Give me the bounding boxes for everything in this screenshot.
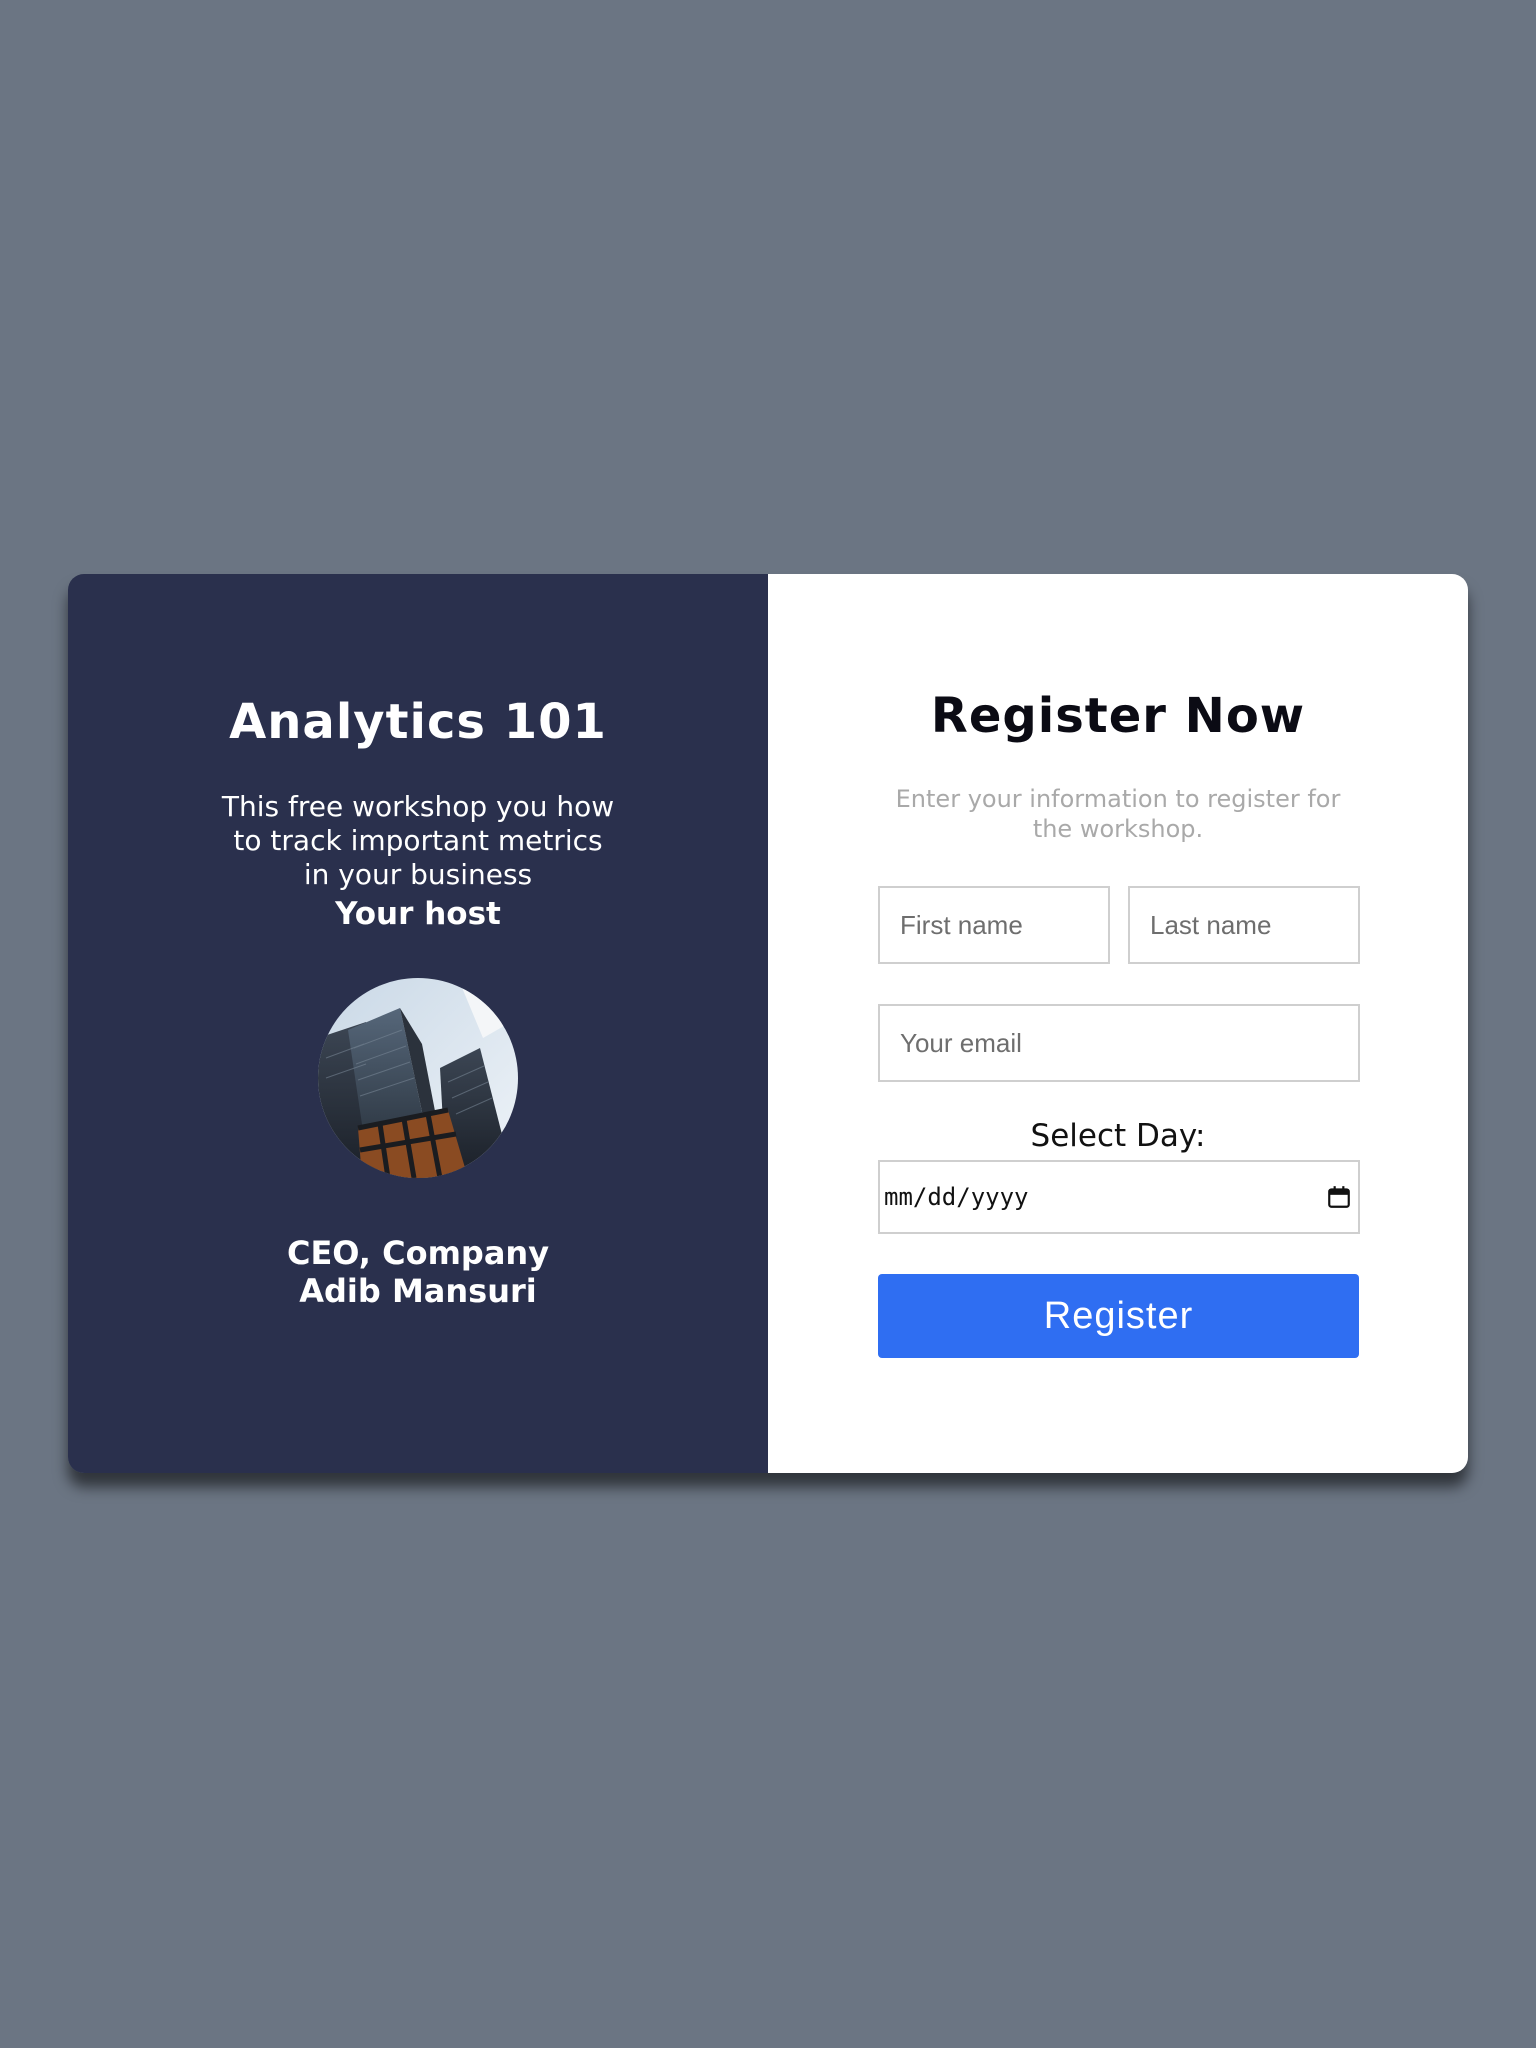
- host-avatar: [318, 978, 518, 1178]
- select-day-label: Select Day:: [1030, 1118, 1206, 1154]
- register-panel: Register Now Enter your information to r…: [768, 574, 1468, 1473]
- last-name-field[interactable]: [1128, 886, 1360, 964]
- register-button[interactable]: Register: [878, 1274, 1359, 1358]
- register-title: Register Now: [930, 688, 1306, 744]
- registration-card: Analytics 101 This free workshop you how…: [68, 574, 1468, 1473]
- workshop-description: This free workshop you how to track impo…: [221, 790, 615, 891]
- buildings-photo-icon: [318, 978, 518, 1178]
- calendar-icon[interactable]: [1326, 1184, 1352, 1210]
- first-name-field[interactable]: [878, 886, 1110, 964]
- host-name: Adib Mansuri: [299, 1272, 537, 1310]
- host-role: CEO, Company: [286, 1234, 550, 1272]
- date-placeholder: mm/dd/yyyy: [884, 1183, 1029, 1211]
- date-input[interactable]: mm/dd/yyyy: [878, 1160, 1360, 1234]
- workshop-panel: Analytics 101 This free workshop you how…: [68, 574, 768, 1473]
- workshop-title: Analytics 101: [229, 694, 607, 750]
- register-description: Enter your information to register for t…: [895, 785, 1341, 843]
- host-label: Your host: [335, 896, 501, 932]
- email-field[interactable]: [878, 1004, 1360, 1082]
